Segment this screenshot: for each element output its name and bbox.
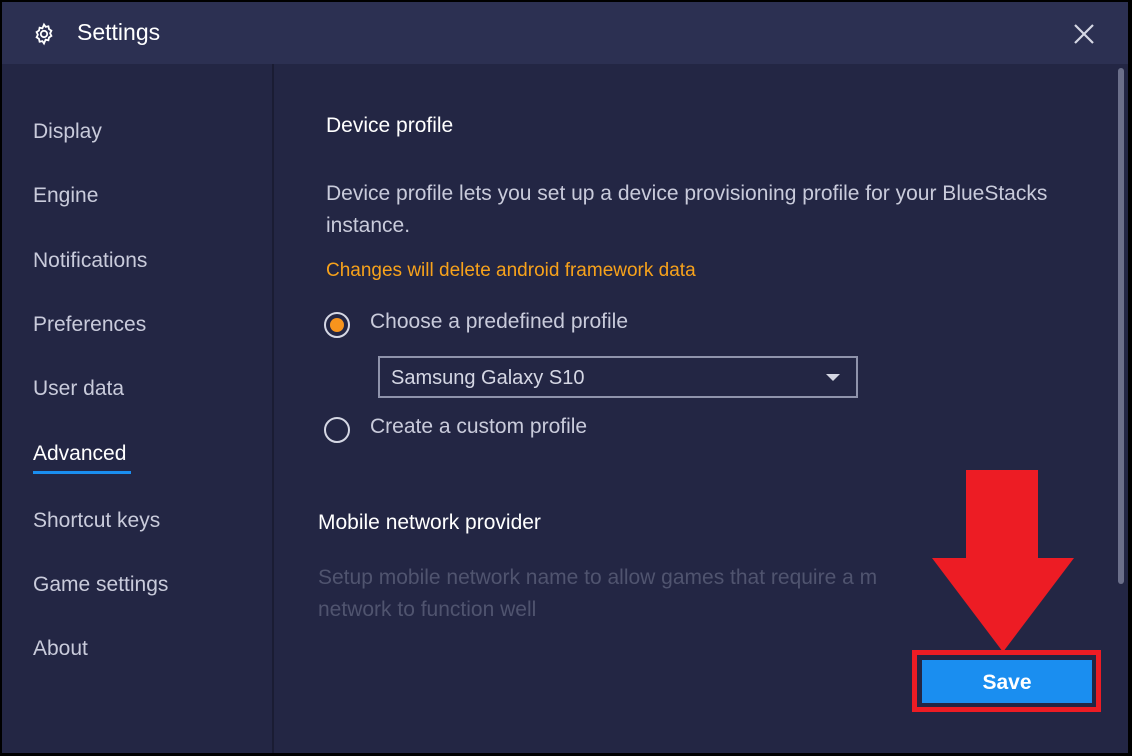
profile-dropdown[interactable]: Samsung Galaxy S10 — [378, 356, 858, 398]
sidebar-item-engine[interactable]: Engine — [33, 184, 98, 208]
window-title: Settings — [77, 19, 161, 45]
sidebar-item-display[interactable]: Display — [33, 120, 102, 144]
radio-custom-label[interactable]: Create a custom profile — [370, 415, 587, 439]
sidebar-item-advanced[interactable]: Advanced — [33, 442, 126, 466]
gear-icon — [35, 22, 53, 46]
arrow-down-icon — [932, 470, 1074, 652]
save-button[interactable]: Save — [922, 660, 1092, 703]
sidebar-item-about[interactable]: About — [33, 637, 88, 661]
radio-predefined-label[interactable]: Choose a predefined profile — [370, 310, 628, 334]
settings-sidebar: Display Engine Notifications Preferences… — [2, 64, 274, 753]
title-bar: Settings — [2, 2, 1128, 64]
sidebar-item-game-settings[interactable]: Game settings — [33, 573, 168, 597]
radio-button-unselected[interactable] — [324, 417, 350, 443]
sidebar-item-preferences[interactable]: Preferences — [33, 313, 146, 337]
chevron-down-icon — [826, 374, 840, 381]
mobile-network-heading: Mobile network provider — [318, 511, 541, 534]
radio-button-selected[interactable] — [324, 312, 350, 338]
active-tab-indicator — [33, 471, 131, 474]
device-profile-warning: Changes will delete android framework da… — [326, 260, 696, 281]
mobile-network-description-line2: network to function well — [318, 598, 537, 621]
sidebar-item-user-data[interactable]: User data — [33, 377, 124, 401]
sidebar-item-shortcut-keys[interactable]: Shortcut keys — [33, 509, 160, 533]
scrollbar-thumb[interactable] — [1118, 68, 1124, 584]
device-profile-heading: Device profile — [326, 114, 454, 137]
profile-dropdown-value: Samsung Galaxy S10 — [391, 367, 585, 389]
device-profile-description: Device profile lets you set up a device … — [326, 182, 1048, 237]
sidebar-item-notifications[interactable]: Notifications — [33, 249, 147, 273]
close-icon[interactable] — [1070, 20, 1098, 48]
mobile-network-description-line1: Setup mobile network name to allow games… — [318, 566, 878, 589]
radio-dot — [330, 318, 344, 332]
mobile-network-description: Setup mobile network name to allow games… — [318, 562, 1018, 626]
